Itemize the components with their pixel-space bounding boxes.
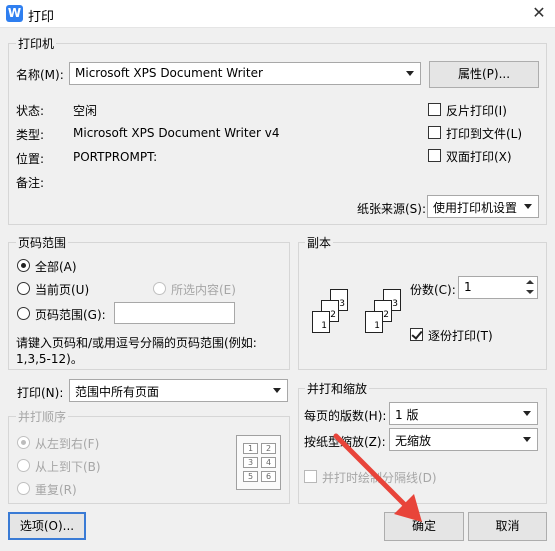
- order-repeat-radio: [17, 482, 30, 495]
- chevron-down-icon: [524, 204, 532, 209]
- title-bar: W 打印 ✕: [0, 0, 555, 28]
- range-all-radio[interactable]: [17, 259, 30, 272]
- print-to-file-checkbox[interactable]: [428, 126, 441, 139]
- pages-per-sheet-label: 每页的版数(H):: [304, 409, 387, 423]
- printer-name-label: 名称(M):: [16, 68, 64, 82]
- order-preview-grid: 1 2 3 4 5 6: [236, 435, 281, 490]
- pages-per-sheet-select[interactable]: 1 版: [389, 402, 538, 425]
- print-what-select[interactable]: 范围中所有页面: [69, 379, 288, 402]
- copies-count-label: 份数(C):: [410, 283, 456, 297]
- chevron-down-icon: [406, 71, 414, 76]
- print-to-file-label: 打印到文件(L): [446, 127, 523, 141]
- pages-per-sheet-value: 1 版: [395, 408, 419, 422]
- zoom-group-title: 并打和缩放: [305, 380, 370, 397]
- order-ttb-label: 从上到下(B): [35, 460, 101, 474]
- range-selection-radio: [153, 282, 166, 295]
- close-icon[interactable]: ✕: [526, 2, 552, 26]
- range-all-label: 全部(A): [35, 260, 77, 274]
- page-icon: 1: [312, 311, 330, 333]
- range-pages-radio[interactable]: [17, 307, 30, 320]
- grid-cell: 2: [261, 443, 276, 454]
- window-title: 打印: [28, 10, 55, 25]
- grid-cell: 4: [261, 457, 276, 468]
- chevron-down-icon: [523, 411, 531, 416]
- annotation-arrow-icon: [333, 433, 422, 522]
- grid-cell: 5: [243, 471, 258, 482]
- range-current-label: 当前页(U): [35, 283, 90, 297]
- page-icon: 1: [365, 311, 383, 333]
- type-value: Microsoft XPS Document Writer v4: [73, 126, 280, 140]
- reverse-print-label: 反片打印(I): [446, 104, 507, 118]
- type-label: 类型:: [16, 128, 45, 142]
- status-label: 状态:: [16, 104, 45, 118]
- divider-checkbox: [304, 470, 317, 483]
- paper-source-label: 纸张来源(S):: [357, 202, 427, 216]
- print-what-value: 范围中所有页面: [75, 385, 160, 399]
- comment-label: 备注:: [16, 176, 45, 190]
- spinner-down-icon[interactable]: [526, 290, 534, 294]
- duplex-label: 双面打印(X): [446, 150, 512, 164]
- collate-checkbox[interactable]: [410, 328, 423, 341]
- page-range-input[interactable]: [114, 302, 235, 324]
- copies-group-title: 副本: [305, 234, 334, 251]
- range-selection-label: 所选内容(E): [171, 283, 236, 297]
- print-order-group-title: 并打顺序: [16, 408, 69, 425]
- paper-source-value: 使用打印机设置: [433, 201, 518, 215]
- printer-group-title: 打印机: [16, 35, 57, 52]
- range-current-radio[interactable]: [17, 282, 30, 295]
- duplex-checkbox[interactable]: [428, 149, 441, 162]
- location-value: PORTPROMPT:: [73, 150, 158, 164]
- page-range-group-title: 页码范围: [16, 234, 69, 251]
- cancel-button[interactable]: 取消: [468, 512, 547, 541]
- copies-count-input[interactable]: 1: [458, 276, 538, 299]
- options-button[interactable]: 选项(O)...: [8, 512, 86, 540]
- reverse-print-checkbox[interactable]: [428, 103, 441, 116]
- status-value: 空闲: [73, 104, 98, 118]
- order-ltr-label: 从左到右(F): [35, 437, 100, 451]
- chevron-down-icon: [523, 437, 531, 442]
- properties-button[interactable]: 属性(P)...: [429, 61, 539, 88]
- chevron-down-icon: [273, 388, 281, 393]
- grid-cell: 6: [261, 471, 276, 482]
- printer-name-value: Microsoft XPS Document Writer: [75, 66, 263, 80]
- page-range-hint-line2: 1,3,5-12)。: [16, 352, 83, 366]
- print-what-label: 打印(N):: [17, 386, 64, 400]
- wps-app-icon: W: [6, 5, 23, 22]
- range-pages-label: 页码范围(G):: [35, 308, 106, 322]
- order-ttb-radio: [17, 459, 30, 472]
- page-range-hint-line1: 请键入页码和/或用逗号分隔的页码范围(例如:: [16, 336, 257, 350]
- paper-source-select[interactable]: 使用打印机设置: [427, 195, 539, 218]
- spinner-up-icon[interactable]: [526, 280, 534, 284]
- grid-cell: 3: [243, 457, 258, 468]
- order-repeat-label: 重复(R): [35, 483, 77, 497]
- printer-name-select[interactable]: Microsoft XPS Document Writer: [69, 62, 421, 85]
- copies-count-value: 1: [464, 280, 472, 294]
- copies-spinner[interactable]: [523, 277, 537, 299]
- grid-cell: 1: [243, 443, 258, 454]
- order-ltr-radio: [17, 436, 30, 449]
- collate-label: 逐份打印(T): [428, 329, 493, 343]
- location-label: 位置:: [16, 152, 45, 166]
